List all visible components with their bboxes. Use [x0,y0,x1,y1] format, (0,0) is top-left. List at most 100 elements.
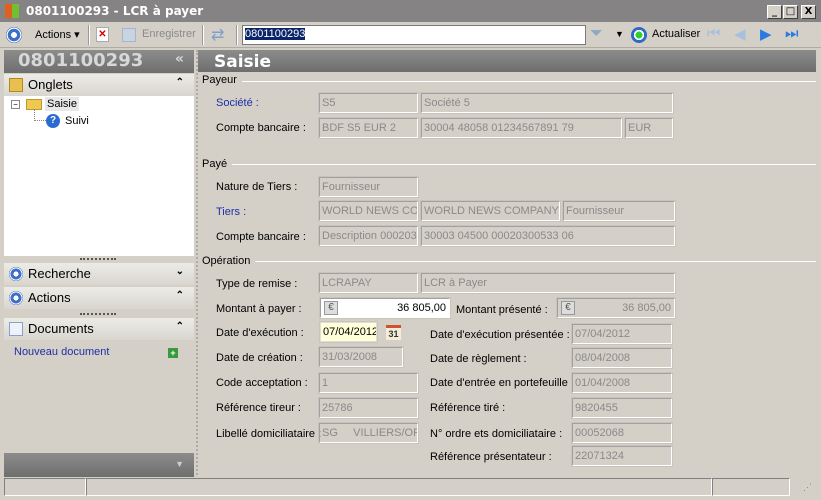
new-document-link[interactable]: Nouveau document [14,346,109,358]
documents-label: Documents [28,321,94,336]
paye-compte-label: Compte bancaire : [216,231,306,243]
collapse-panel-button[interactable]: « [175,51,184,67]
ref-tire-field[interactable]: 9820455 [571,397,673,419]
tree-collapse-toggle[interactable]: − [11,100,20,109]
tree-item-saisie[interactable]: Saisie [45,97,79,111]
chevron-up-icon[interactable]: ⌃ [176,77,184,88]
date-execution-value: 07/04/2012 [323,326,377,338]
nature-tiers-label: Nature de Tiers : [216,181,298,193]
chevron-down-icon[interactable]: ⌄ [176,266,184,277]
status-bar: ⋰ [0,478,821,498]
menu-icon[interactable] [6,27,22,43]
toolbar: Actions ▾ ✕ Enregistrer ⇄ 0801100293 ⏷ ▼… [0,22,821,48]
montant-input[interactable]: €36 805,00 [319,297,451,319]
actions-section-icon [9,291,23,305]
payeur-compte-number-field[interactable]: 30004 48058 01234567891 79 [420,117,623,139]
montant-value: 36 805,00 [397,302,446,314]
refresh-icon[interactable] [631,27,647,43]
societe-label[interactable]: Société : [216,97,259,109]
date-reglement-label: Date de règlement : [430,353,527,365]
montant-presente-field[interactable]: €36 805,00 [556,297,676,319]
paye-group-title: Payé [202,158,228,170]
minimize-button[interactable]: _ [767,5,782,19]
ref-presentateur-label: Référence présentateur : [430,451,552,463]
dropdown-arrow-icon[interactable]: ▼ [175,459,184,469]
libelle-domiciliataire-field[interactable]: SG VILLIERS/ORGE [318,422,419,444]
payeur-compte-code-field[interactable]: BDF S5 EUR 2 [318,117,419,139]
code-acceptation-field[interactable]: 1 [318,372,419,394]
code-acceptation-label: Code acceptation : [216,377,308,389]
search-input[interactable]: 0801100293 [242,25,586,45]
paye-compte-desc-field[interactable]: Description 00020300533 [318,225,419,247]
recherche-label: Recherche [28,266,91,281]
type-remise-code-field[interactable]: LCRAPAY [318,272,419,294]
window-title: 0801100293 - LCR à payer [26,4,204,18]
type-remise-name-field[interactable]: LCR à Payer [420,272,676,294]
next-record-icon[interactable]: ▶ [760,25,772,43]
onglets-section-header[interactable]: Onglets ⌃ [4,74,194,96]
save-button[interactable]: Enregistrer [142,28,196,40]
chevron-up-icon[interactable]: ⌃ [176,321,184,332]
add-icon[interactable]: + [168,348,178,358]
maximize-button[interactable]: □ [783,5,798,19]
delete-icon[interactable]: ✕ [96,27,109,42]
paye-compte-number-field[interactable]: 30003 04500 00020300533 06 [420,225,676,247]
previous-record-icon[interactable]: ◀ [734,25,746,43]
euro-icon: € [561,301,575,315]
date-portefeuille-field[interactable]: 01/04/2008 [571,372,673,394]
tiers-type-field[interactable]: Fournisseur [562,200,676,222]
sync-icon[interactable]: ⇄ [211,25,224,45]
onglets-label: Onglets [28,77,73,92]
filter-dropdown-icon[interactable]: ▼ [615,29,624,39]
status-panel [712,478,790,496]
last-record-icon[interactable]: ⏭ [785,25,799,42]
app-icon [5,4,19,18]
date-exec-presentee-field[interactable]: 07/04/2012 [571,323,673,345]
chevron-up-icon[interactable]: ⌃ [176,290,184,301]
ref-presentateur-field[interactable]: 22071324 [571,445,673,467]
type-remise-label: Type de remise : [216,278,298,290]
documents-section-header[interactable]: Documents ⌃ [4,318,194,340]
date-exec-presentee-label: Date d'exécution présentée : [430,329,570,341]
ordre-domiciliataire-label: N° ordre ets domiciliataire : [430,428,563,440]
splitter-handle[interactable] [80,258,116,260]
tiers-code-field[interactable]: WORLD NEWS COMPANY [318,200,419,222]
date-portefeuille-label: Date d'entrée en portefeuille : [430,377,574,389]
refresh-button[interactable]: Actualiser [652,28,700,40]
nature-tiers-field[interactable]: Fournisseur [318,176,419,198]
recherche-section-header[interactable]: Recherche ⌄ [4,263,194,285]
search-value: 0801100293 [245,28,306,40]
date-creation-field[interactable]: 31/03/2008 [318,346,404,368]
close-button[interactable]: X [801,5,816,19]
tiers-label[interactable]: Tiers : [216,206,246,218]
societe-name-field[interactable]: Société 5 [420,92,674,114]
actions-section-header[interactable]: Actions ⌃ [4,287,194,309]
help-icon: ? [46,114,60,128]
societe-code-field[interactable]: S5 [318,92,419,114]
splitter-handle[interactable] [80,313,116,315]
record-header: 0801100293 « [4,50,194,73]
tree-item-suivi[interactable]: Suivi [65,115,89,127]
ref-tireur-field[interactable]: 25786 [318,397,419,419]
first-record-icon[interactable]: ⏮ [707,25,721,42]
resize-grip-icon[interactable]: ⋰ [803,482,812,493]
date-execution-input[interactable]: 07/04/2012 [319,321,378,343]
actions-label: Actions [35,29,72,41]
filter-icon[interactable]: ⏷ [590,25,603,43]
currency-field[interactable]: EUR [624,117,674,139]
ref-tireur-label: Référence tireur : [216,402,301,414]
montant-presente-value: 36 805,00 [622,302,671,314]
ordre-domiciliataire-field[interactable]: 00052068 [571,422,673,444]
search-section-icon [9,267,23,281]
date-reglement-field[interactable]: 08/04/2008 [571,347,673,369]
folder-icon [9,78,23,92]
vertical-splitter[interactable] [196,50,198,475]
ref-tire-label: Référence tiré : [430,402,506,414]
operation-group-title: Opération [202,255,251,267]
libelle-domiciliataire-label: Libellé domiciliataire : [216,428,322,440]
actions-section-label: Actions [28,290,71,305]
tiers-name-field[interactable]: WORLD NEWS COMPANY [420,200,561,222]
tabs-tree: − Saisie ? Suivi [4,96,194,256]
calendar-icon[interactable]: 31 [386,325,401,340]
actions-menu-button[interactable]: Actions ▾ [35,28,80,41]
